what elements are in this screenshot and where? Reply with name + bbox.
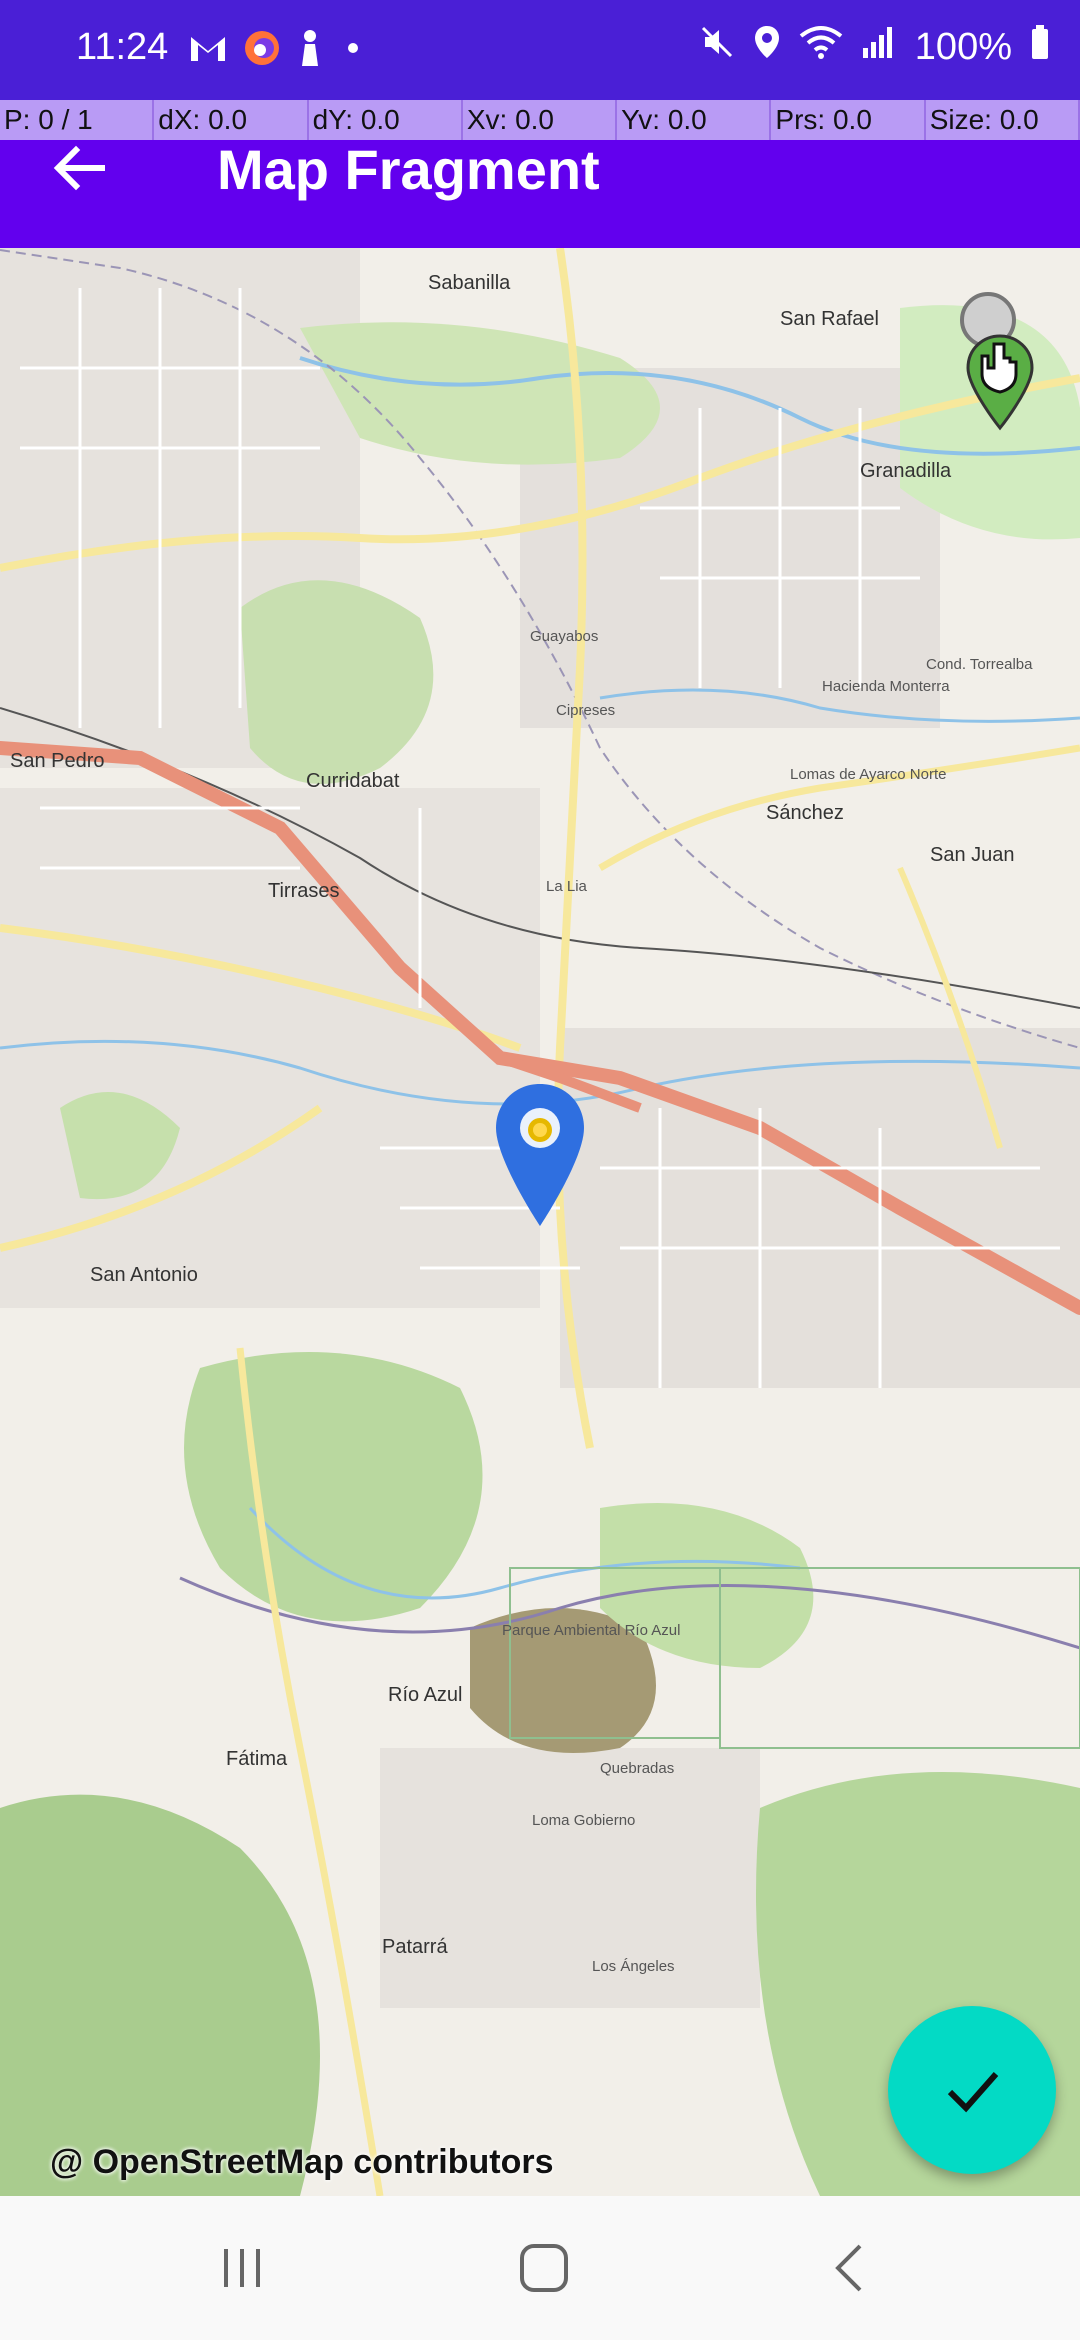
battery-percent: 100% [914,25,1012,68]
hand-pointer-icon [960,292,1034,431]
home-button[interactable] [504,2236,584,2300]
wifi-icon [799,24,843,70]
pointer-pressure: Prs: 0.0 [771,100,926,140]
system-navigation-bar [0,2196,1080,2340]
map-label: Fátima [226,1748,288,1770]
map-label: Río Azul [388,1684,463,1706]
app-toolbar: Map Fragment [0,138,1080,248]
map-view[interactable]: San Pedro Curridabat Sánchez Granadilla … [0,248,1080,2196]
map-label: Granadilla [860,460,952,482]
map-label: Cond. Torrealba [926,656,1033,673]
pointer-location-overlay: P: 0 / 1 dX: 0.0 dY: 0.0 Xv: 0.0 Yv: 0.0… [0,100,1080,140]
nav-back-button[interactable] [808,2236,888,2300]
map-label: Quebradas [600,1760,675,1777]
dot-icon [338,33,368,68]
map-label: Curridabat [306,770,400,792]
back-icon [835,2244,862,2292]
pointer-dy: dY: 0.0 [309,100,463,140]
map-label: San Juan [930,844,1015,866]
status-bar: 11:24 100% [0,0,1080,100]
pointer-dx: dX: 0.0 [154,100,309,140]
map-attribution: @ OpenStreetMap contributors [50,2143,554,2181]
firefox-icon [242,28,282,73]
map-label: Guayabos [530,628,599,645]
map-label: Lomas de Ayarco Norte [790,766,947,783]
back-button[interactable] [50,140,120,196]
map-label: Sabanilla [428,272,511,294]
map-label: Parque Ambiental Río Azul [502,1622,681,1639]
arrow-back-icon [53,145,105,191]
map-label: Tirrases [268,880,340,902]
pointer-xv: Xv: 0.0 [463,100,618,140]
map-label: San Antonio [90,1264,198,1286]
map-label: San Pedro [10,750,105,772]
map-label: Hacienda Monterra [822,678,950,695]
page-title: Map Fragment [217,138,600,201]
signal-icon [861,24,897,70]
system-icons: 100% [699,24,1050,70]
location-icon [753,24,781,70]
my-location-marker[interactable] [944,288,1044,438]
map-label: Loma Gobierno [532,1812,636,1829]
map-label: Sánchez [766,802,844,824]
confirm-fab[interactable] [888,2006,1056,2174]
check-icon [947,2072,999,2113]
gmail-icon [188,33,228,68]
mute-icon [699,24,735,70]
pointer-size: Size: 0.0 [926,100,1080,140]
map-label: Patarrá [382,1936,448,1958]
location-marker[interactable] [490,1080,590,1230]
pointer-yv: Yv: 0.0 [617,100,772,140]
battery-icon [1030,24,1050,70]
status-time: 11:24 [76,26,169,68]
recents-icon [224,2249,260,2287]
pointer-count: P: 0 / 1 [0,100,155,140]
map-label: San Rafael [780,308,879,330]
map-label: Cipreses [556,702,616,719]
recents-button[interactable] [202,2236,282,2300]
map-pin-icon [496,1084,584,1226]
notification-icons [188,28,368,73]
home-icon [520,2244,568,2292]
map-label: Los Ángeles [592,1958,675,1975]
accessibility-icon [296,28,324,73]
map-label: La Lia [546,878,587,895]
